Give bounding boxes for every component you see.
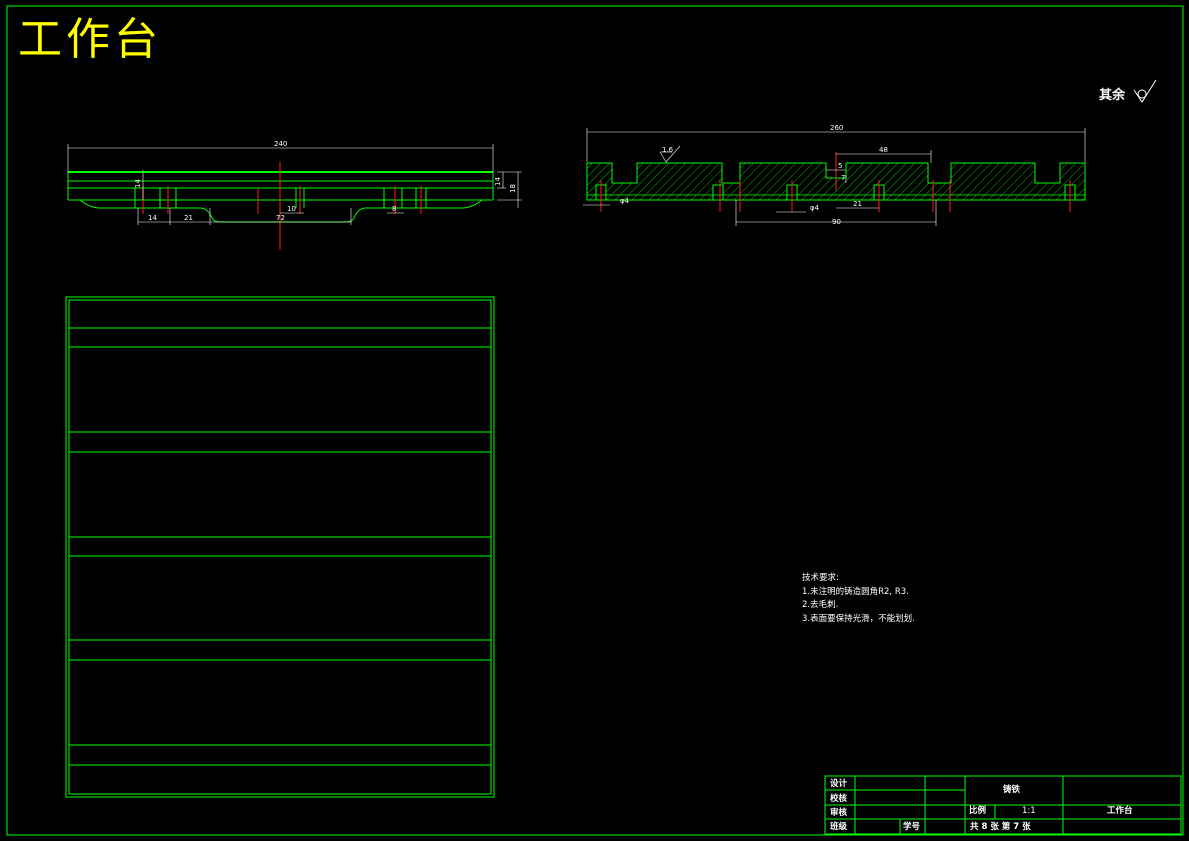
dim-240: 240 — [274, 140, 287, 148]
title-block-grid — [824, 775, 1182, 835]
dim-21: 21 — [184, 214, 193, 222]
dim-14-right: 14 — [494, 177, 502, 186]
roughness-1-6: 1.6 — [662, 146, 674, 154]
dim-10: 10 — [287, 205, 296, 213]
dim-8: 8 — [392, 205, 396, 213]
dim-260: 260 — [830, 124, 843, 132]
dim-14-vertical: 14 — [134, 179, 142, 188]
dim-48: 48 — [879, 146, 888, 154]
dim-18: 18 — [509, 184, 517, 193]
dim-phi4-left: φ4 — [620, 197, 630, 205]
dim-21-right: 21 — [853, 200, 862, 208]
dim-5: 5 — [838, 162, 842, 170]
parts-list-table — [65, 296, 495, 798]
left-view-centerlines — [142, 162, 422, 250]
dim-14-bottom: 14 — [148, 214, 157, 222]
roughness-symbol — [1133, 79, 1157, 103]
dim-7: 7 — [841, 174, 845, 182]
dim-72: 72 — [276, 214, 285, 222]
sheet-border — [6, 5, 1184, 836]
dim-90: 90 — [832, 218, 841, 226]
dim-phi4-mid: φ4 — [810, 204, 820, 212]
engineering-drawing: 240 14 14 18 14 21 72 10 8 260 48 5 7 φ4… — [6, 5, 1184, 836]
